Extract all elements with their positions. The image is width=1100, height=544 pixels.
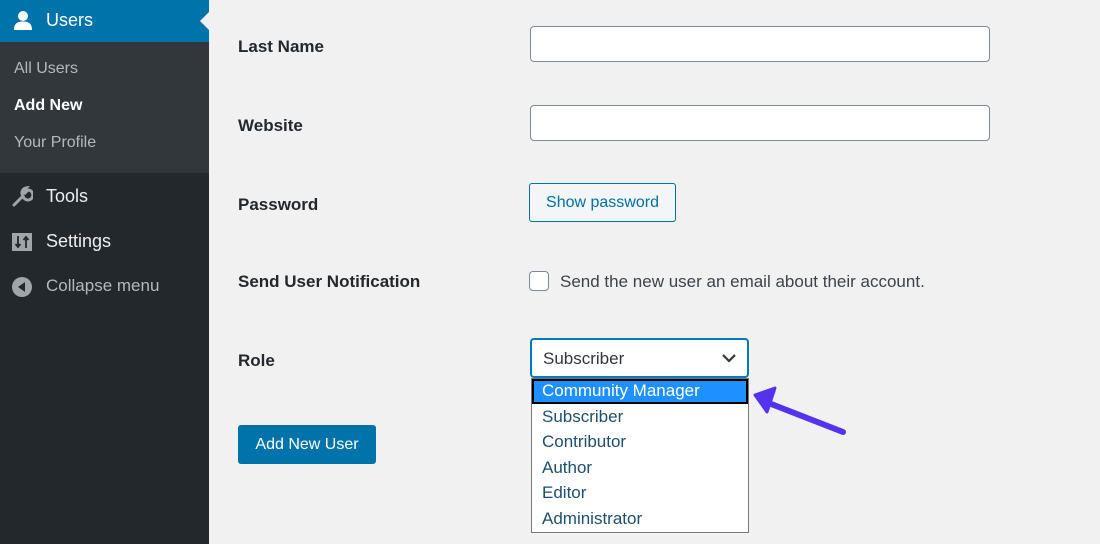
option-label: Contributor	[542, 432, 627, 451]
submenu-all-users[interactable]: All Users	[14, 60, 78, 78]
settings-icon	[12, 233, 32, 251]
send-notification-checkbox-label[interactable]: Send the new user an email about their a…	[560, 272, 925, 292]
user-icon	[14, 11, 32, 30]
role-dropdown-list: Community Manager Subscriber Contributor…	[531, 378, 749, 533]
sidebar-item-label: Tools	[46, 186, 89, 206]
admin-sidebar: Users All Users Add New Your Profile Too…	[0, 0, 209, 544]
chevron-down-icon	[722, 354, 736, 363]
role-option-author[interactable]: Author	[532, 456, 748, 481]
submenu-add-new[interactable]: Add New	[14, 97, 82, 115]
sidebar-item-users[interactable]: Users	[0, 0, 209, 42]
sidebar-item-tools[interactable]: Tools	[0, 180, 209, 214]
last-name-label: Last Name	[238, 37, 324, 56]
sidebar-item-settings[interactable]: Settings	[0, 225, 209, 259]
send-notification-label: Send User Notification	[238, 272, 421, 291]
role-option-editor[interactable]: Editor	[532, 481, 748, 506]
users-submenu: All Users Add New Your Profile	[0, 42, 209, 173]
collapse-icon	[12, 277, 32, 297]
option-label: Author	[542, 458, 593, 477]
sidebar-item-label: Collapse menu	[46, 276, 160, 295]
website-label: Website	[238, 116, 303, 135]
role-option-contributor[interactable]: Contributor	[532, 430, 748, 455]
role-option-community-manager[interactable]: Community Manager	[532, 379, 748, 404]
role-select-value: Subscriber	[543, 349, 625, 368]
role-label: Role	[238, 351, 275, 370]
wrench-icon	[12, 186, 33, 207]
sidebar-item-label: Users	[46, 10, 94, 30]
send-notification-checkbox[interactable]	[529, 271, 549, 291]
website-input[interactable]	[530, 105, 990, 141]
sidebar-item-label: Settings	[46, 231, 112, 251]
option-label: Subscriber	[542, 407, 624, 426]
last-name-input[interactable]	[530, 26, 990, 62]
option-label: Administrator	[542, 509, 643, 528]
password-label: Password	[238, 195, 319, 214]
role-option-subscriber[interactable]: Subscriber	[532, 405, 748, 430]
submenu-your-profile[interactable]: Your Profile	[14, 134, 96, 152]
option-label: Community Manager	[542, 381, 700, 400]
current-menu-arrow	[200, 12, 209, 30]
option-label: Editor	[542, 483, 587, 502]
role-select[interactable]: Subscriber	[530, 338, 749, 378]
collapse-menu-button[interactable]: Collapse menu	[0, 270, 209, 304]
annotation-arrow-icon	[753, 386, 846, 435]
add-new-user-button[interactable]: Add New User	[238, 425, 376, 464]
show-password-button[interactable]: Show password	[529, 183, 676, 222]
role-option-administrator[interactable]: Administrator	[532, 507, 748, 532]
